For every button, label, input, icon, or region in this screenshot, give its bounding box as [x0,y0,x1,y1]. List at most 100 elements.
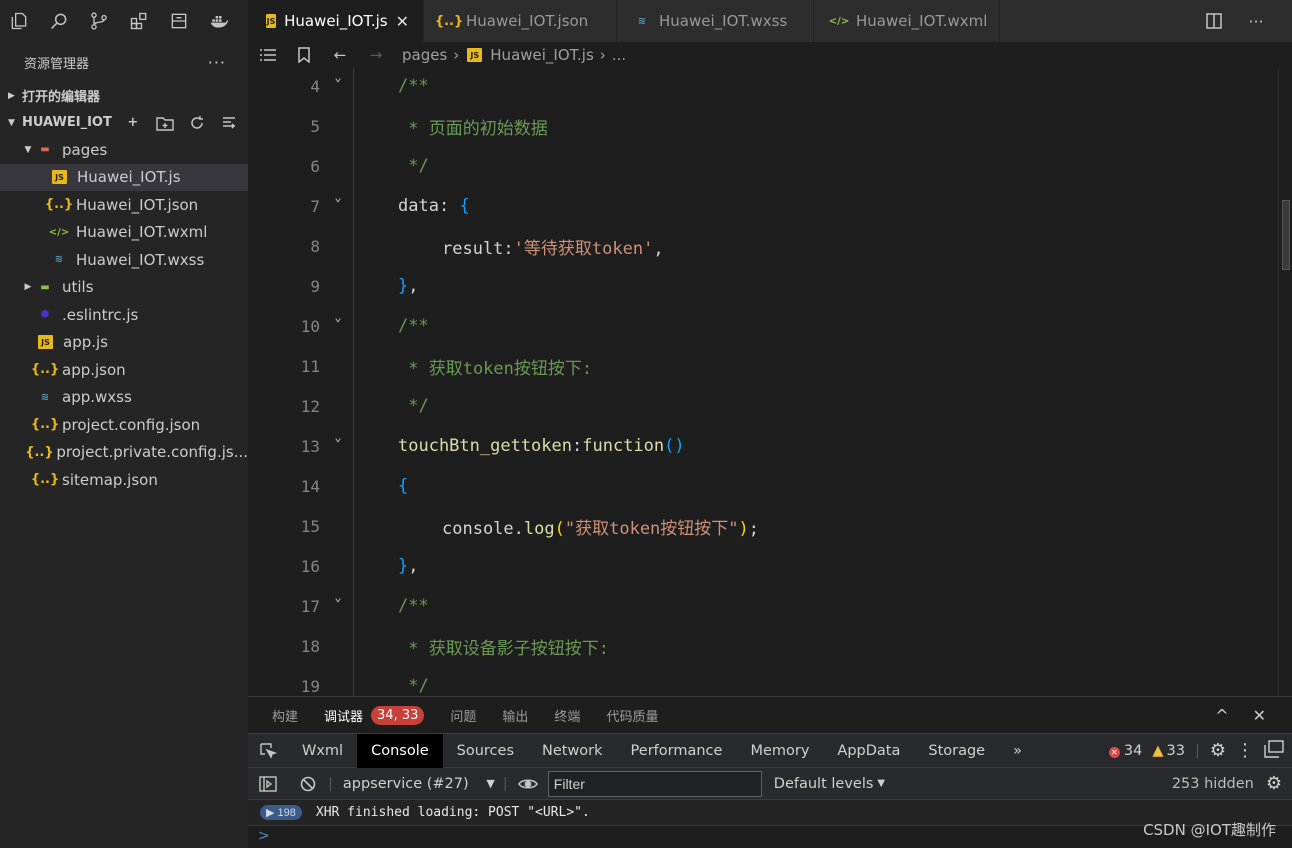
caret-down-icon: ▼ [877,778,886,789]
devtools-tab[interactable]: Sources [443,734,528,768]
sidebar-toggle-icon[interactable] [248,775,288,792]
code-token: data [398,196,439,216]
tree-item[interactable]: ▼ ▬ pages [0,136,248,164]
error-count[interactable]: ✕ 34 [1108,743,1142,759]
vertical-scrollbar[interactable] [1278,68,1292,696]
settings-gear-icon[interactable]: ⚙ [1210,740,1226,761]
devtools-tab[interactable]: Storage [914,734,999,768]
kebab-menu-icon[interactable]: ⋮ [1236,740,1254,761]
code-token: /** [398,316,429,336]
back-arrow-icon[interactable]: ← [330,46,350,64]
clear-console-icon[interactable] [288,776,328,792]
tree-item[interactable]: ▶ ▬ utils [0,274,248,302]
panel-tab[interactable]: 构建 [272,706,298,725]
fold-chevron-icon[interactable]: ⌄ [320,70,356,84]
js-file-icon: JS [266,14,277,28]
new-folder-icon[interactable] [156,114,174,132]
extensions-icon[interactable] [128,10,150,32]
undock-icon[interactable] [1264,739,1284,762]
code-token: . [513,518,524,539]
close-tab-icon[interactable]: ✕ [396,12,409,31]
breadcrumb-file[interactable]: Huawei_IOT.js [490,46,594,64]
project-section[interactable]: ▼ HUAWEI_IOT + [0,109,248,136]
panel-tab[interactable]: 代码质量 [606,706,658,725]
new-file-icon[interactable]: + [124,114,142,132]
source-control-icon[interactable] [88,10,110,32]
panel-tab[interactable]: 终端 [554,706,580,725]
fold-chevron-icon[interactable]: ⌄ [320,190,356,204]
code-editor[interactable]: 4 ⌄/** 5 * 页面的初始数据 6 */7 ⌄ data: {8 result:'等待… [248,68,1292,696]
tree-item-label: sitemap.json [62,470,158,489]
tree-item-label: Huawei_IOT.wxss [76,250,205,269]
code-text: * 获取设备影子按钮按下: [398,634,609,659]
breadcrumb-folder[interactable]: pages [402,46,447,64]
line-number: 6 [310,156,320,176]
tree-item[interactable]: {..} Huawei_IOT.json [0,191,248,219]
editor-tab[interactable]: {..} Huawei_IOT.json [424,0,617,42]
panel-tab[interactable]: 输出 [502,706,528,725]
fold-chevron-icon[interactable]: ⌄ [320,310,356,324]
forward-arrow-icon[interactable]: → [366,46,386,64]
js-file-icon: JS [52,170,67,185]
context-select[interactable]: appservice (#27) ▼ [333,776,503,792]
inspect-element-icon[interactable] [248,742,288,760]
tree-item[interactable]: ≋ app.wxss [0,384,248,412]
devtools-tab[interactable]: Console [357,733,443,768]
warning-icon: ▲ [1152,742,1164,759]
code-token: , [408,276,419,296]
warning-count[interactable]: ▲ 33 [1152,743,1185,759]
collapse-all-icon[interactable] [220,114,238,132]
storage-icon[interactable] [168,10,190,32]
split-editor-icon[interactable] [1204,11,1224,31]
code-text: /** [398,316,429,336]
devtools-tab[interactable]: Memory [736,734,823,768]
code-token: } [398,556,409,576]
close-panel-icon[interactable]: ✕ [1253,706,1266,725]
more-icon[interactable]: ··· [1246,11,1266,31]
tree-item[interactable]: {..} project.config.json [0,411,248,439]
more-actions-icon[interactable]: ··· [208,53,226,72]
refresh-icon[interactable] [188,114,206,132]
collapse-panel-icon[interactable]: ^ [1215,706,1228,725]
list-icon[interactable] [258,48,278,62]
tree-item[interactable]: ≋ Huawei_IOT.wxss [0,246,248,274]
tree-item[interactable]: {..} app.json [0,356,248,384]
tree-item[interactable]: JS app.js [0,329,248,357]
devtools-tab[interactable]: Performance [617,734,737,768]
tree-item[interactable]: {..} sitemap.json [0,466,248,494]
tree-item[interactable]: ⬢ .eslintrc.js [0,301,248,329]
scroll-marker[interactable] [1282,200,1290,270]
panel-tab[interactable]: 问题 [450,706,476,725]
tree-item[interactable]: JS Huawei_IOT.js [0,163,248,191]
open-editors-section[interactable]: ▶ 打开的编辑器 [0,82,248,109]
more-tabs-icon[interactable]: » [999,734,1036,768]
tree-item[interactable]: {..} project.private.config.js... [0,439,248,467]
editor-tab[interactable]: </> Huawei_IOT.wxml [814,0,1000,42]
console-prompt[interactable]: > [248,826,1292,846]
breadcrumb-rest[interactable]: ... [612,46,626,64]
fold-chevron-icon[interactable]: ⌄ [320,590,356,604]
explorer-icon[interactable] [8,10,30,32]
editor-tab[interactable]: ≋ Huawei_IOT.wxss [617,0,814,42]
editor-tab[interactable]: JS Huawei_IOT.js ✕ [248,0,424,42]
code-token: { [459,196,470,216]
panel-tab[interactable]: 调试器 34, 33 [324,705,425,725]
tree-item[interactable]: </> Huawei_IOT.wxml [0,219,248,247]
devtools-tab[interactable]: Network [528,734,617,768]
wxml-file-icon: </> [48,226,70,238]
console-settings-icon[interactable]: ⚙ [1266,773,1282,794]
eye-icon[interactable] [508,777,548,791]
tree-item-label: project.private.config.js... [56,443,248,462]
bookmark-icon[interactable] [294,47,314,63]
devtools-tab[interactable]: AppData [823,734,914,768]
panel-tab-label: 代码质量 [606,709,659,725]
console-message[interactable]: ▶ 198 XHR finished loading: POST "<URL>"… [248,800,1292,826]
line-number: 11 [300,356,320,376]
fold-chevron-icon[interactable]: ⌄ [320,430,356,444]
log-levels-dropdown[interactable]: Default levels ▼ [774,776,885,792]
levels-label: Default levels [773,775,874,792]
filter-input[interactable] [547,770,762,797]
devtools-tab[interactable]: Wxml [288,734,357,768]
search-icon[interactable] [48,10,70,32]
docker-icon[interactable] [208,10,230,32]
